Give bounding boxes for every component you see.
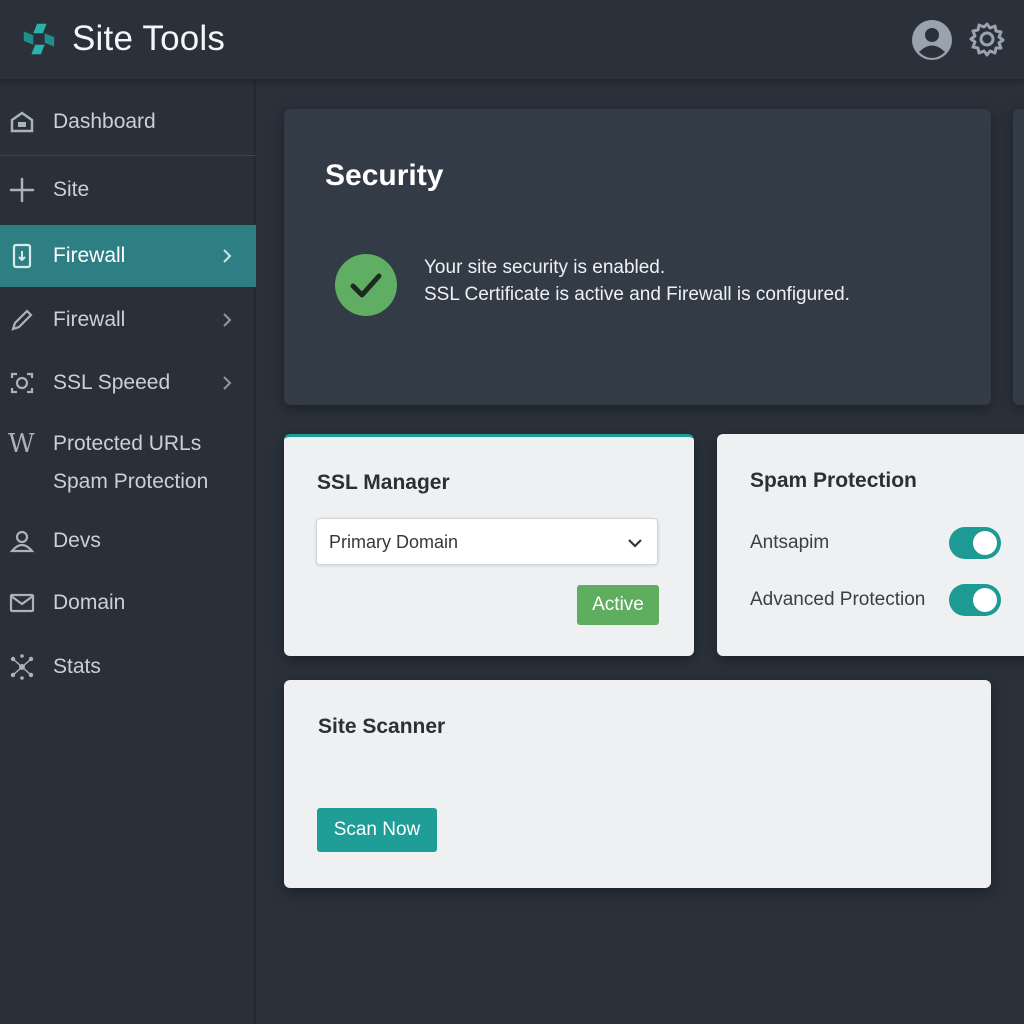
sidebar-item-label: SSL Speeed <box>53 371 171 394</box>
pencil-icon <box>11 309 33 331</box>
sidebar-item-sublabel: Spam Protection <box>53 470 209 493</box>
sidebar-item-label: Firewall <box>53 308 126 331</box>
top-bar: Site Tools <box>0 0 1024 80</box>
domain-select[interactable]: Primary Domain <box>316 518 658 565</box>
user-outline-icon <box>9 530 35 553</box>
spam-protection-title: Spam Protection <box>750 469 917 492</box>
sidebar-item-label: Dashboard <box>53 110 156 133</box>
camera-icon <box>10 372 34 394</box>
sidebar-item-firewall-2[interactable]: Firewall <box>0 289 256 351</box>
wordpress-w-icon: W <box>8 429 35 459</box>
file-icon <box>12 243 32 269</box>
ssl-active-button[interactable]: Active <box>577 585 659 625</box>
sidebar-item-dashboard[interactable]: Dashboard <box>0 91 256 153</box>
sidebar-divider <box>0 155 256 156</box>
sidebar-item-ssl-speed[interactable]: SSL Speeed <box>0 352 256 414</box>
antispam-toggle[interactable] <box>949 527 1001 559</box>
gear-icon[interactable] <box>968 20 1006 58</box>
sidebar-item-domain[interactable]: Domain <box>0 572 256 634</box>
sidebar-item-label: Site <box>53 178 90 201</box>
check-circle-icon <box>335 254 397 316</box>
sidebar-item-firewall[interactable]: Firewall <box>0 225 256 287</box>
sidebar-item-site[interactable]: Site <box>0 159 256 221</box>
sidebar-item-label: Protected URLs <box>53 432 202 455</box>
dashboard-icon <box>10 111 34 133</box>
chevron-right-icon <box>223 249 232 263</box>
app-title: Site Tools <box>72 19 226 58</box>
chevron-right-icon <box>223 376 232 390</box>
security-status-text: Your site security is enabled. <box>424 257 666 278</box>
sidebar-item-label: Firewall <box>53 244 126 267</box>
security-title: Security <box>325 159 444 192</box>
chevron-right-icon <box>223 313 232 327</box>
advanced-protection-label: Advanced Protection <box>750 589 926 610</box>
sidebar-item-devs[interactable]: Devs <box>0 510 256 572</box>
sidebar: Dashboard Site Firewall Firewall SSL Spe… <box>0 81 256 1024</box>
ssl-manager-card: SSL Manager Primary Domain Active <box>284 434 694 656</box>
network-icon <box>10 654 34 680</box>
site-scanner-title: Site Scanner <box>318 715 446 738</box>
move-arrows-icon <box>9 177 35 203</box>
security-status-detail: SSL Certificate is active and Firewall i… <box>424 284 850 305</box>
advanced-protection-toggle[interactable] <box>949 584 1001 616</box>
user-avatar-icon[interactable] <box>911 19 953 61</box>
offscreen-card <box>1013 109 1024 405</box>
sidebar-item-label: Stats <box>53 655 101 678</box>
security-card: Security Your site security is enabled. … <box>284 109 991 405</box>
sidebar-item-label: Domain <box>53 591 126 614</box>
mail-icon <box>9 593 35 613</box>
sidebar-item-label: Devs <box>53 529 101 552</box>
toggle-knob <box>973 588 997 612</box>
sidebar-item-protected-urls[interactable]: W Protected URLs Spam Protection <box>0 416 256 506</box>
spam-protection-card: Spam Protection Antsapim Advanced Protec… <box>717 434 1024 656</box>
sidebar-item-stats[interactable]: Stats <box>0 636 256 698</box>
toggle-knob <box>973 531 997 555</box>
antispam-label: Antsapim <box>750 532 830 553</box>
scan-now-button[interactable]: Scan Now <box>317 808 437 852</box>
ssl-manager-title: SSL Manager <box>317 471 450 494</box>
site-scanner-card: Site Scanner Scan Now <box>284 680 991 888</box>
pinwheel-logo-icon <box>23 23 55 55</box>
chevron-down-icon <box>628 539 642 548</box>
domain-select-value: Primary Domain <box>329 532 459 552</box>
